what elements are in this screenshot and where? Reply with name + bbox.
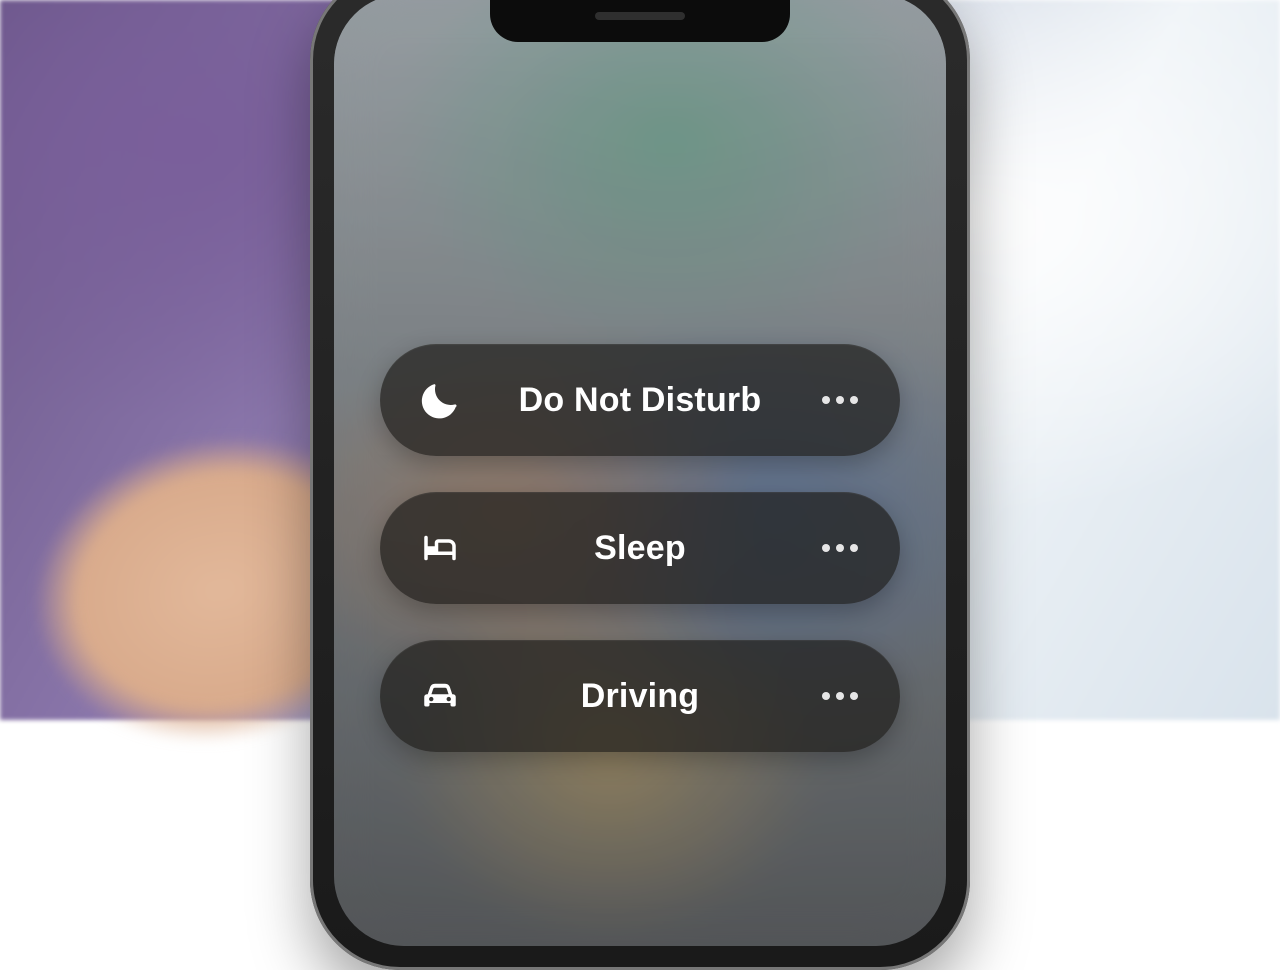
more-icon[interactable] <box>818 396 862 404</box>
focus-mode-list: Do Not Disturb Sleep Driving <box>380 344 900 752</box>
bed-icon <box>418 526 462 570</box>
more-icon[interactable] <box>818 692 862 700</box>
focus-label: Sleep <box>462 529 818 568</box>
moon-icon <box>418 378 462 422</box>
car-icon <box>418 674 462 718</box>
focus-label: Driving <box>462 677 818 716</box>
focus-label: Do Not Disturb <box>462 381 818 420</box>
focus-do-not-disturb[interactable]: Do Not Disturb <box>380 344 900 456</box>
more-icon[interactable] <box>818 544 862 552</box>
phone-notch <box>490 0 790 42</box>
focus-driving[interactable]: Driving <box>380 640 900 752</box>
focus-sleep[interactable]: Sleep <box>380 492 900 604</box>
phone-screen: Do Not Disturb Sleep Driving <box>334 0 946 946</box>
phone-frame: Do Not Disturb Sleep Driving <box>310 0 970 970</box>
phone-speaker <box>595 12 685 20</box>
